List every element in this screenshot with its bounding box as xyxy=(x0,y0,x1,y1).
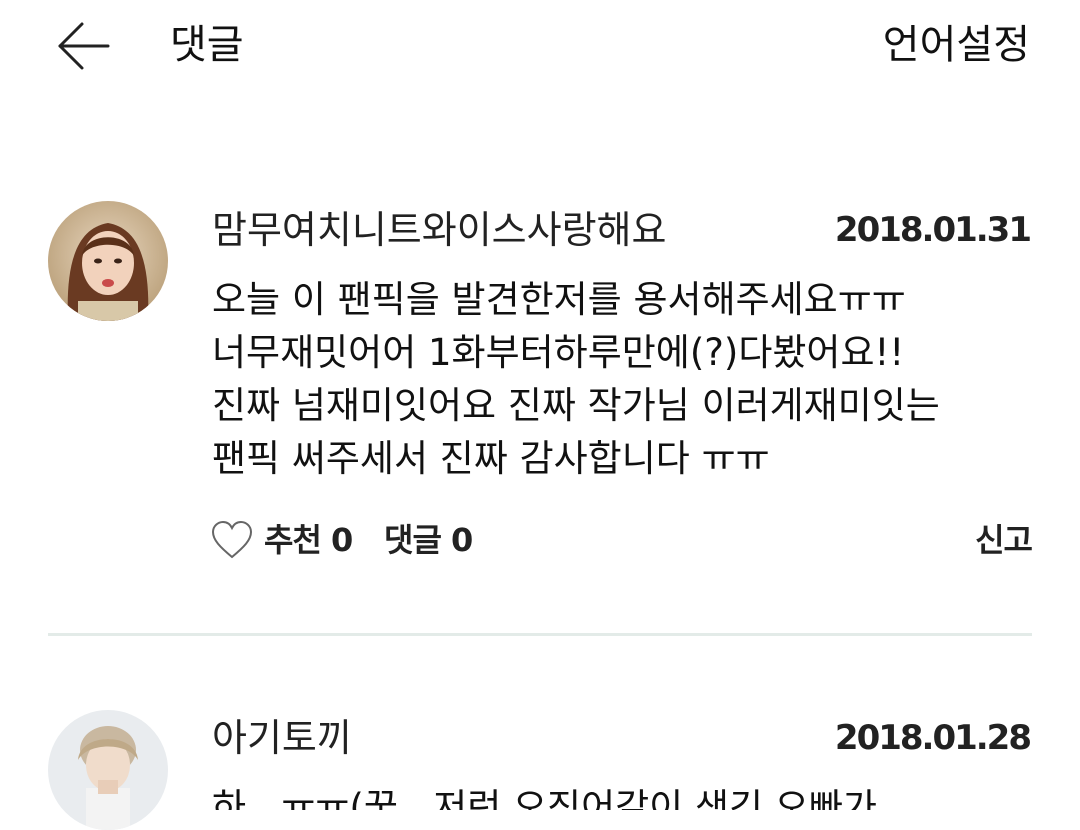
heart-icon xyxy=(211,520,253,559)
comment-author[interactable]: 아기토끼 xyxy=(212,713,352,763)
comment-author[interactable]: 맘무여치니트와이스사랑해요 xyxy=(212,205,666,255)
language-settings-button[interactable]: 언어설정 xyxy=(883,18,1030,72)
comment-line: 진짜 넘재미잇어요 진짜 작가님 이러게재미잇는 xyxy=(212,384,940,427)
comment-body: 오늘 이 팬픽을 발견한저를 용서해주세요ㅠㅠ 너무재밋어어 1화부터하루만에(… xyxy=(212,273,1042,485)
comment-divider xyxy=(48,633,1032,636)
top-bar: 댓글 언어설정 xyxy=(0,0,1080,95)
avatar[interactable] xyxy=(48,201,168,321)
back-button[interactable] xyxy=(52,18,116,74)
comment-line: 너무재밋어어 1화부터하루만에(?)다봤어요!! xyxy=(212,331,905,374)
like-button[interactable] xyxy=(210,519,254,561)
comment-date: 2018.01.31 xyxy=(834,210,1032,250)
likes-count[interactable]: 추천 0 xyxy=(264,515,353,565)
comment-line: 오늘 이 팬픽을 발견한저를 용서해주세요ㅠㅠ xyxy=(212,278,906,321)
comment-line: 하...ㅠㅠ(꾹.. 저런 오징어같이 생긴 오빠가 xyxy=(212,786,877,810)
page-title: 댓글 xyxy=(170,22,244,68)
comment-date: 2018.01.28 xyxy=(834,718,1032,758)
report-button[interactable]: 신고 xyxy=(975,515,1033,565)
replies-button[interactable]: 댓글 0 xyxy=(384,515,473,565)
comment-body: 하...ㅠㅠ(꾹.. 저런 오징어같이 생긴 오빠가 xyxy=(212,781,1042,810)
arrow-left-icon xyxy=(58,22,110,70)
comment-line: 팬픽 써주세서 진짜 감사합니다 ㅠㅠ xyxy=(212,437,770,480)
comment-actions: 추천 0 댓글 0 신고 xyxy=(210,515,1033,565)
avatar[interactable] xyxy=(48,710,168,830)
